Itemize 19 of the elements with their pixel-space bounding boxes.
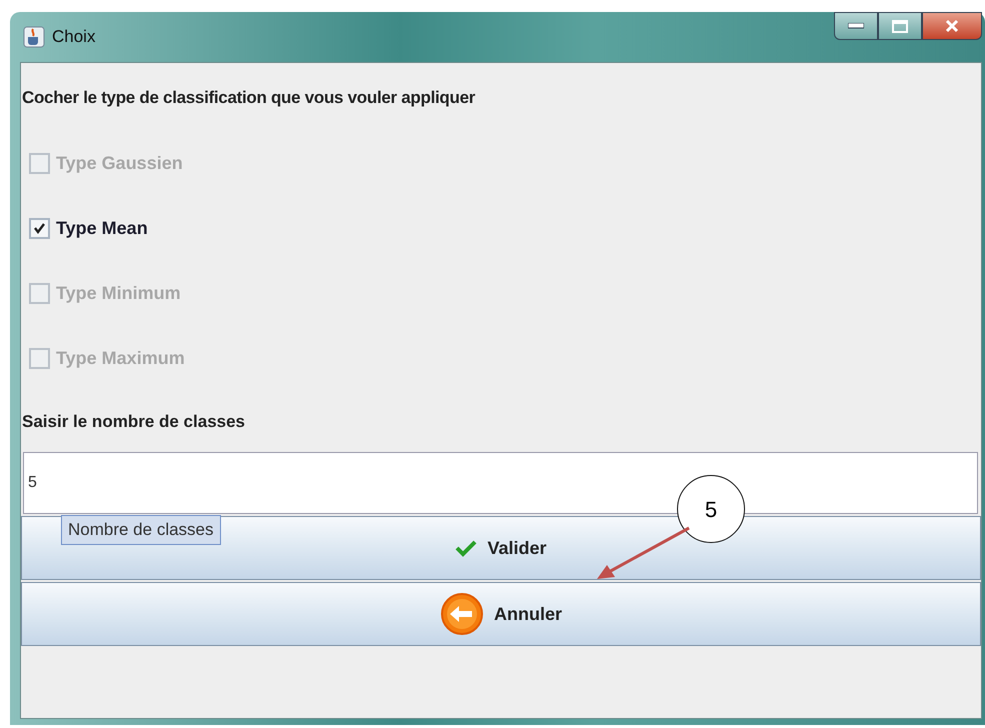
checkbox-label: Type Mean	[56, 216, 148, 240]
checkbox-label: Type Minimum	[56, 282, 181, 305]
checkbox-label: Type Maximum	[56, 346, 185, 370]
cancel-button[interactable]: Annuler	[21, 582, 981, 646]
maximize-button[interactable]	[878, 12, 922, 40]
check-icon	[455, 539, 478, 557]
maximize-icon	[892, 20, 908, 32]
close-button[interactable]	[922, 12, 982, 40]
field-label: Saisir le nombre de classes	[22, 410, 246, 432]
checkbox[interactable]	[29, 218, 50, 238]
minimize-button[interactable]	[834, 12, 878, 40]
checkbox-label: Type Gaussien	[56, 152, 183, 175]
instruction-text: Cocher le type de classification que vous vouler appliquer	[22, 87, 476, 109]
close-icon	[945, 19, 959, 33]
minimize-icon	[848, 23, 864, 29]
window-title: Choix	[52, 26, 96, 48]
coffee-cup-icon	[22, 25, 46, 49]
tooltip: Nombre de classes	[61, 515, 221, 544]
check-mark-icon	[33, 222, 46, 234]
